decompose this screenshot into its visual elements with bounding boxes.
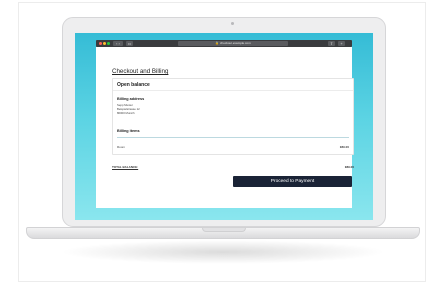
page-title: Checkout and Billing	[112, 68, 169, 75]
address-text: checkout.example.com	[220, 41, 251, 45]
total-balance-label: TOTAL BALANCE:	[112, 165, 139, 169]
tabs-button[interactable]: ▭	[126, 41, 133, 46]
checkout-page: Checkout and Billing Open balance Billin…	[96, 47, 354, 208]
total-balance-row: TOTAL BALANCE: €89.00	[112, 165, 354, 170]
total-balance-value: €89.00	[344, 165, 354, 169]
minimize-window-icon[interactable]	[103, 42, 106, 45]
new-tab-button[interactable]: +	[338, 41, 345, 46]
address-line: 80000 Munich	[117, 111, 135, 115]
billing-item-row: Room €89.00	[117, 145, 349, 150]
browser-toolbar: ‹ › ▭ 🔒checkout.example.com ⇪ +	[96, 40, 352, 47]
share-button[interactable]: ⇪	[328, 41, 335, 46]
close-window-icon[interactable]	[99, 42, 102, 45]
back-forward-button[interactable]: ‹ ›	[113, 41, 123, 46]
laptop-base	[26, 227, 420, 239]
zoom-window-icon[interactable]	[107, 42, 110, 45]
laptop-screen: ‹ › ▭ 🔒checkout.example.com ⇪ + Checkout…	[75, 33, 373, 220]
open-balance-card: Open balance Billing address Sepp Muster…	[112, 78, 354, 155]
address-bar[interactable]: 🔒checkout.example.com	[178, 41, 288, 46]
camera-icon	[231, 22, 234, 25]
lock-icon: 🔒	[215, 41, 220, 45]
proceed-to-payment-button[interactable]: Proceed to Payment	[233, 176, 352, 187]
billing-address-title: Billing address	[117, 97, 145, 101]
billing-items-title: Billing items	[117, 129, 140, 133]
items-divider	[117, 137, 349, 138]
card-header: Open balance	[113, 79, 353, 91]
item-price: €89.00	[339, 145, 349, 149]
laptop-notch	[202, 228, 246, 232]
item-name: Room	[117, 145, 126, 149]
card-title: Open balance	[117, 82, 150, 88]
laptop-shadow	[60, 240, 386, 264]
